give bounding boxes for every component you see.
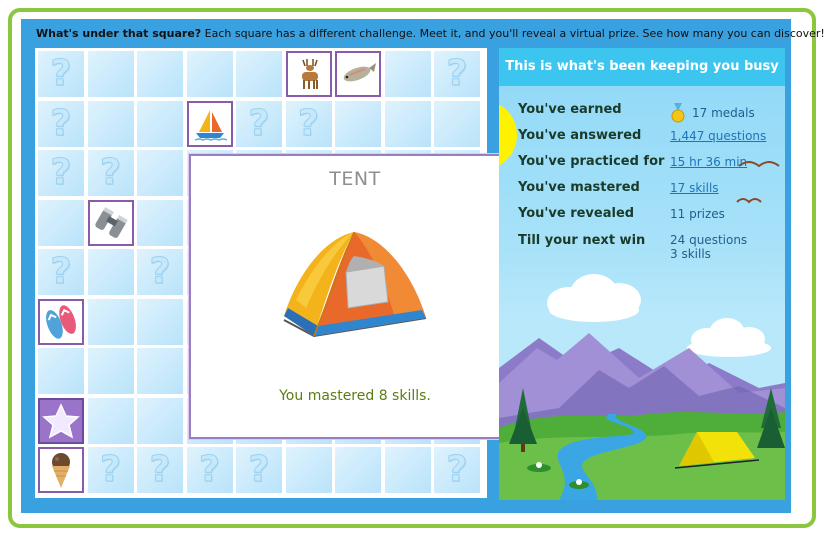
question-mark-icon: ? — [100, 152, 122, 193]
stat-answered-link[interactable]: 1,447 questions — [670, 129, 766, 143]
grid-square-hidden[interactable]: ? — [434, 447, 480, 493]
grid-square[interactable] — [87, 100, 134, 147]
question-mark-icon: ? — [50, 102, 72, 144]
grid-square[interactable] — [38, 199, 84, 246]
grid-square-hidden[interactable]: ? — [38, 51, 84, 97]
question-mark-icon: ? — [50, 53, 72, 94]
grid-square[interactable] — [236, 51, 282, 97]
instructions-title: What's under that square? — [36, 27, 202, 40]
grid-square-hidden[interactable]: ? — [38, 249, 84, 295]
grid-square[interactable] — [137, 397, 183, 444]
question-mark-icon: ? — [149, 251, 171, 292]
flip-flops-icon — [42, 304, 80, 340]
stat-next-win-label: Till your next win — [518, 233, 646, 248]
star-icon — [42, 402, 80, 439]
grid-square[interactable] — [137, 100, 183, 147]
stat-practiced-link[interactable]: 15 hr 36 min — [670, 155, 747, 169]
grid-square[interactable] — [137, 348, 183, 394]
question-mark-icon: ? — [149, 449, 171, 490]
grid-square-hidden[interactable]: ? — [186, 447, 233, 493]
grid-square[interactable] — [335, 100, 381, 147]
panel-title: This is what's been keeping you busy — [499, 48, 785, 86]
grid-square-prize[interactable] — [38, 298, 84, 345]
grid-square-prize[interactable] — [186, 100, 233, 147]
stat-revealed-value: 11 prizes — [670, 207, 725, 221]
grid-square[interactable] — [87, 397, 134, 444]
deer-icon — [291, 56, 327, 92]
prize-message: You mastered 8 skills. — [279, 388, 431, 404]
stat-earned-value: 17 medals — [670, 103, 755, 123]
ice-cream-icon — [46, 451, 76, 489]
question-mark-icon: ? — [248, 449, 270, 490]
stat-earned-label: You've earned — [518, 102, 622, 117]
stat-practiced-label: You've practiced for — [518, 154, 665, 169]
prize-popup[interactable]: TENT You mastered 8 skills. — [189, 154, 521, 439]
grid-square[interactable] — [137, 150, 183, 196]
instructions: What's under that square? Each square ha… — [36, 27, 824, 45]
grid-square[interactable] — [87, 249, 134, 295]
grid-square[interactable] — [87, 348, 134, 394]
stat-earned-text: 17 medals — [692, 106, 755, 120]
grid-square-hidden[interactable]: ? — [87, 150, 134, 196]
binoculars-icon — [92, 206, 130, 240]
question-mark-icon: ? — [446, 53, 468, 94]
stat-next-win-questions: 24 questions — [670, 233, 748, 247]
grid-square[interactable] — [186, 51, 233, 97]
question-mark-icon: ? — [50, 152, 72, 193]
grid-square[interactable] — [137, 298, 183, 345]
grid-square[interactable] — [384, 100, 431, 147]
tent-icon — [283, 231, 427, 338]
grid-square-hidden[interactable]: ? — [87, 447, 134, 493]
grid-square-hidden[interactable]: ? — [38, 100, 84, 147]
question-mark-icon: ? — [248, 102, 270, 144]
grid-square[interactable] — [137, 51, 183, 97]
stats-panel: This is what's been keeping you busy You… — [499, 48, 785, 500]
question-mark-icon: ? — [298, 102, 320, 144]
question-mark-icon: ? — [50, 251, 72, 292]
stat-answered-label: You've answered — [518, 128, 642, 143]
grid-square[interactable] — [137, 199, 183, 246]
grid-square-hidden[interactable]: ? — [236, 100, 282, 147]
grid-square-hidden[interactable]: ? — [434, 51, 480, 97]
prize-title: TENT — [329, 168, 381, 190]
question-mark-icon: ? — [100, 449, 122, 490]
grid-square-prize[interactable] — [38, 447, 84, 493]
grid-square-prize[interactable] — [285, 51, 332, 97]
grid-square-prize[interactable] — [335, 51, 381, 97]
grid-square[interactable] — [87, 51, 134, 97]
grid-square-hidden[interactable]: ? — [285, 100, 332, 147]
stat-mastered-link[interactable]: 17 skills — [670, 181, 719, 195]
grid-square-hidden[interactable]: ? — [137, 447, 183, 493]
question-mark-icon: ? — [446, 449, 468, 490]
fish-icon — [339, 59, 377, 89]
grid-square-hidden[interactable]: ? — [236, 447, 282, 493]
instructions-text: Each square has a different challenge. M… — [201, 27, 824, 40]
grid-square[interactable] — [434, 100, 480, 147]
grid-square[interactable] — [285, 447, 332, 493]
stat-mastered-label: You've mastered — [518, 180, 640, 195]
grid-square-hidden[interactable]: ? — [38, 150, 84, 196]
grid-square[interactable] — [335, 447, 381, 493]
grid-square[interactable] — [38, 348, 84, 394]
grid-square-prize[interactable] — [38, 397, 84, 444]
question-mark-icon: ? — [199, 449, 221, 490]
medal-icon — [671, 103, 685, 123]
stat-revealed-label: You've revealed — [518, 206, 635, 221]
grid-square[interactable] — [384, 447, 431, 493]
grid-square-prize[interactable] — [87, 199, 134, 246]
stat-next-win-skills: 3 skills — [670, 247, 711, 261]
grid-square-hidden[interactable]: ? — [137, 249, 183, 295]
grid-square[interactable] — [384, 51, 431, 97]
sailboat-icon — [193, 106, 227, 142]
grid-square[interactable] — [87, 298, 134, 345]
